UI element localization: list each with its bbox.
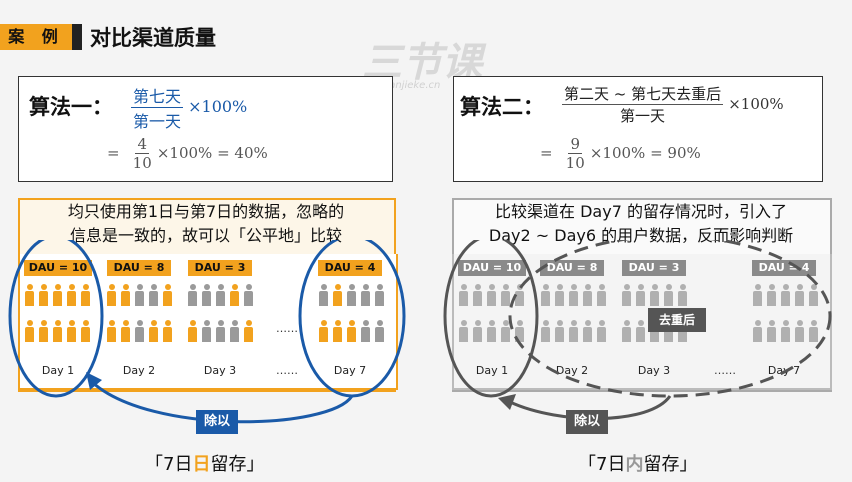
- page-title: 对比渠道质量: [90, 26, 216, 50]
- right-footer: 「7日内留存」: [578, 454, 698, 475]
- formula-two-result: = 9 10 ×100% = 90%: [540, 135, 701, 172]
- left-footer-highlight: 日: [192, 454, 211, 475]
- formula-one-label: 算法一：: [29, 95, 113, 119]
- formula-two-fraction: 第二天 ~ 第七天去重后 第一天 ×100%: [562, 83, 784, 126]
- left-ellipse-day1: [8, 240, 104, 398]
- formula-one-fraction: 第七天 第一天 ×100%: [131, 83, 247, 132]
- formula-one-result: = 4 10 ×100% = 40%: [107, 135, 268, 172]
- left-footer: 「7日日留存」: [145, 454, 265, 475]
- right-ellipse-dedup: [508, 240, 832, 398]
- formula-two-result-value: ×100% = 90%: [589, 144, 701, 162]
- tag-tail: [72, 24, 82, 50]
- formula-two-suffix: ×100%: [728, 95, 784, 113]
- formula-two-box: 算法二： 第二天 ~ 第七天去重后 第一天 ×100% = 9 10 ×100%…: [453, 76, 823, 182]
- right-divide-button: 除以: [566, 410, 608, 434]
- right-ellipse-day1: [443, 240, 539, 398]
- left-desc-line1: 均只使用第1日与第7日的数据，忽略的: [67, 202, 345, 221]
- formula-one-result-value: ×100% = 40%: [156, 144, 268, 162]
- formula-one-numerator: 第七天: [131, 83, 184, 108]
- formula-one-result-den: 10: [132, 154, 152, 172]
- formula-two-numerator: 第二天 ~ 第七天去重后: [562, 85, 724, 105]
- formula-two-result-num: 9: [568, 135, 582, 154]
- formula-one-result-num: 4: [135, 135, 149, 154]
- right-arrows: [443, 240, 832, 420]
- right-footer-highlight: 内: [625, 454, 644, 475]
- formula-one-denominator: 第一天: [133, 112, 182, 131]
- formula-two-result-den: 10: [565, 154, 585, 172]
- case-tag: 案 例: [0, 24, 72, 50]
- left-divide-button: 除以: [196, 410, 238, 434]
- right-desc-line1: 比较渠道在 Day7 的留存情况时，引入了: [495, 202, 787, 221]
- formula-two-denominator: 第一天: [620, 107, 666, 125]
- formula-one-box: 算法一： 第七天 第一天 ×100% = 4 10 ×100% = 40%: [18, 76, 393, 182]
- formula-one-suffix: ×100%: [188, 97, 248, 116]
- formula-two-label: 算法二：: [460, 95, 544, 119]
- left-ellipse-day7: [298, 240, 406, 398]
